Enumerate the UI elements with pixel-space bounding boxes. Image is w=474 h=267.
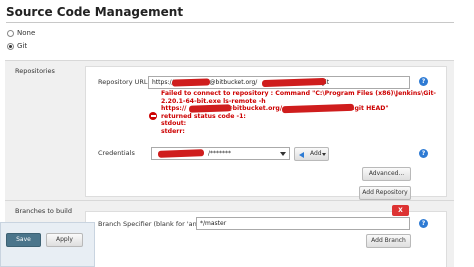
add-repository-button[interactable]: Add Repository (359, 186, 411, 200)
add-branch-button[interactable]: Add Branch (366, 234, 411, 248)
radio-none-label[interactable]: None (17, 29, 35, 37)
error-icon (149, 112, 157, 120)
branches-label: Branches to build (15, 207, 72, 215)
save-button[interactable]: Save (6, 233, 41, 247)
delete-branch-button[interactable]: X (392, 205, 409, 216)
add-credentials-button[interactable]: Add (294, 147, 329, 161)
radio-git[interactable] (7, 43, 14, 50)
url-prefix: https:// (152, 79, 174, 86)
url-host: @bitbucket.org/ (209, 79, 258, 86)
credentials-label: Credentials (98, 149, 135, 157)
branch-specifier-input[interactable]: */master (196, 217, 410, 230)
repositories-section: Repositories Repository URL https:// @bit… (5, 60, 454, 200)
repository-url-label: Repository URL (98, 78, 148, 86)
branch-specifier-label: Branch Specifier (blank for 'any') (98, 220, 205, 228)
redaction-mark (188, 104, 232, 113)
help-icon[interactable]: ? (419, 77, 428, 86)
section-title: Source Code Management (6, 5, 184, 19)
redaction-mark (171, 78, 211, 87)
repositories-label: Repositories (15, 67, 55, 75)
repository-panel: Repository URL https://@bitbucket.org/.g… (85, 66, 447, 200)
branch-panel: X Branch Specifier (blank for 'any') */m… (85, 205, 447, 267)
credentials-value: /******* (208, 150, 232, 157)
radio-git-label[interactable]: Git (17, 42, 27, 50)
help-icon[interactable]: ? (419, 149, 428, 158)
dropdown-arrow-icon (322, 153, 326, 156)
advanced-button[interactable]: Advanced... (362, 167, 411, 181)
title-divider (6, 22, 454, 23)
radio-none[interactable] (7, 30, 14, 37)
error-line-6: stderr: (161, 127, 185, 135)
error-line-4: returned status code -1: (161, 112, 246, 120)
error-line-5: stdout: (161, 120, 187, 127)
add-arrow-icon (299, 152, 304, 158)
error-line-1: Failed to connect to repository : Comman… (161, 90, 436, 97)
apply-button[interactable]: Apply (46, 233, 83, 247)
dropdown-arrow-icon (280, 152, 286, 156)
help-icon[interactable]: ? (419, 219, 428, 228)
